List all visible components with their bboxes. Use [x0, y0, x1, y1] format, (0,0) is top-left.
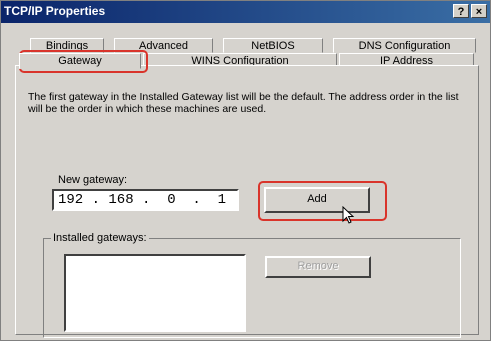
gateway-description: The first gateway in the Installed Gatew… — [28, 91, 459, 115]
tab-dns-configuration[interactable]: DNS Configuration — [333, 38, 476, 53]
new-gateway-label: New gateway: — [58, 174, 128, 186]
close-button[interactable]: × — [471, 4, 487, 18]
remove-button[interactable]: Remove — [265, 256, 371, 278]
new-gateway-ip-input[interactable]: 192 . 168 . 0 . 1 — [52, 189, 239, 211]
tab-netbios[interactable]: NetBIOS — [223, 38, 323, 53]
mouse-cursor-icon — [342, 206, 355, 224]
window-title: TCP/IP Properties — [4, 4, 106, 18]
add-button-highlight — [258, 181, 387, 221]
tab-gateway[interactable]: Gateway — [19, 53, 141, 69]
installed-gateways-list[interactable] — [64, 254, 246, 332]
installed-gateways-label: Installed gateways: — [51, 232, 149, 244]
help-button[interactable]: ? — [453, 4, 469, 18]
tcpip-properties-dialog: TCP/IP Properties ? × Bindings Advanced … — [0, 0, 491, 341]
title-bar[interactable]: TCP/IP Properties ? × — [1, 1, 490, 23]
